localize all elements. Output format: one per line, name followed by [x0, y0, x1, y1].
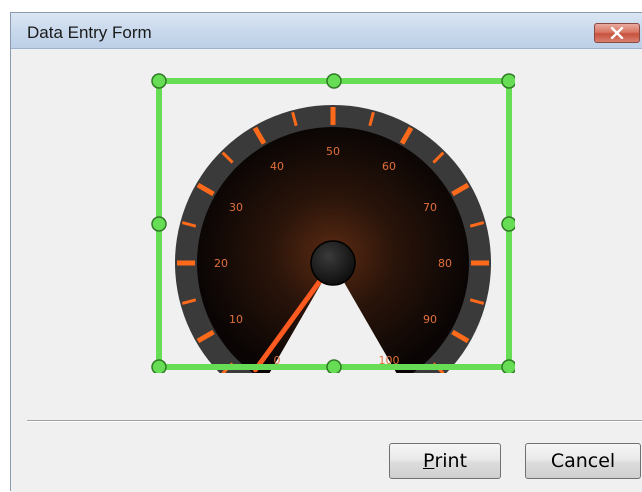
separator-line — [27, 420, 642, 422]
scale-label: 60 — [382, 160, 396, 173]
form-client-area: 0 10 20 30 40 50 60 70 80 90 100 Print Cancel — [11, 49, 642, 492]
print-label: rint — [434, 450, 468, 472]
gauge-control[interactable]: 0 10 20 30 40 50 60 70 80 90 100 — [151, 73, 517, 400]
resize-handle[interactable] — [501, 359, 517, 375]
close-icon — [610, 27, 624, 39]
resize-handle[interactable] — [326, 73, 342, 89]
resize-handle[interactable] — [151, 216, 167, 232]
scale-label: 90 — [423, 313, 437, 326]
title-bar[interactable]: Data Entry Form — [11, 13, 642, 49]
print-mnemonic: P — [422, 450, 435, 472]
resize-handle[interactable] — [501, 216, 517, 232]
cancel-label: Cancel — [550, 450, 616, 472]
speedometer-gauge: 0102030405060708090100 — [151, 73, 517, 400]
scale-label: 10 — [229, 313, 243, 326]
resize-handle[interactable] — [501, 73, 517, 89]
close-button[interactable] — [594, 23, 640, 43]
scale-label: 40 — [270, 160, 284, 173]
scale-label: 50 — [326, 145, 340, 158]
resize-handle[interactable] — [151, 359, 167, 375]
scale-label: 20 — [214, 257, 228, 270]
window-title: Data Entry Form — [27, 23, 152, 42]
scale-label: 70 — [423, 201, 437, 214]
gauge-hub — [310, 240, 356, 286]
cancel-button[interactable]: Cancel — [525, 443, 641, 479]
scale-label: 30 — [229, 201, 243, 214]
print-button[interactable]: Print — [389, 443, 501, 479]
scale-label: 80 — [438, 257, 452, 270]
resize-handle[interactable] — [326, 359, 342, 375]
resize-handle[interactable] — [151, 73, 167, 89]
data-entry-form-window: Data Entry Form 0 10 20 30 40 50 60 70 8… — [10, 12, 642, 492]
